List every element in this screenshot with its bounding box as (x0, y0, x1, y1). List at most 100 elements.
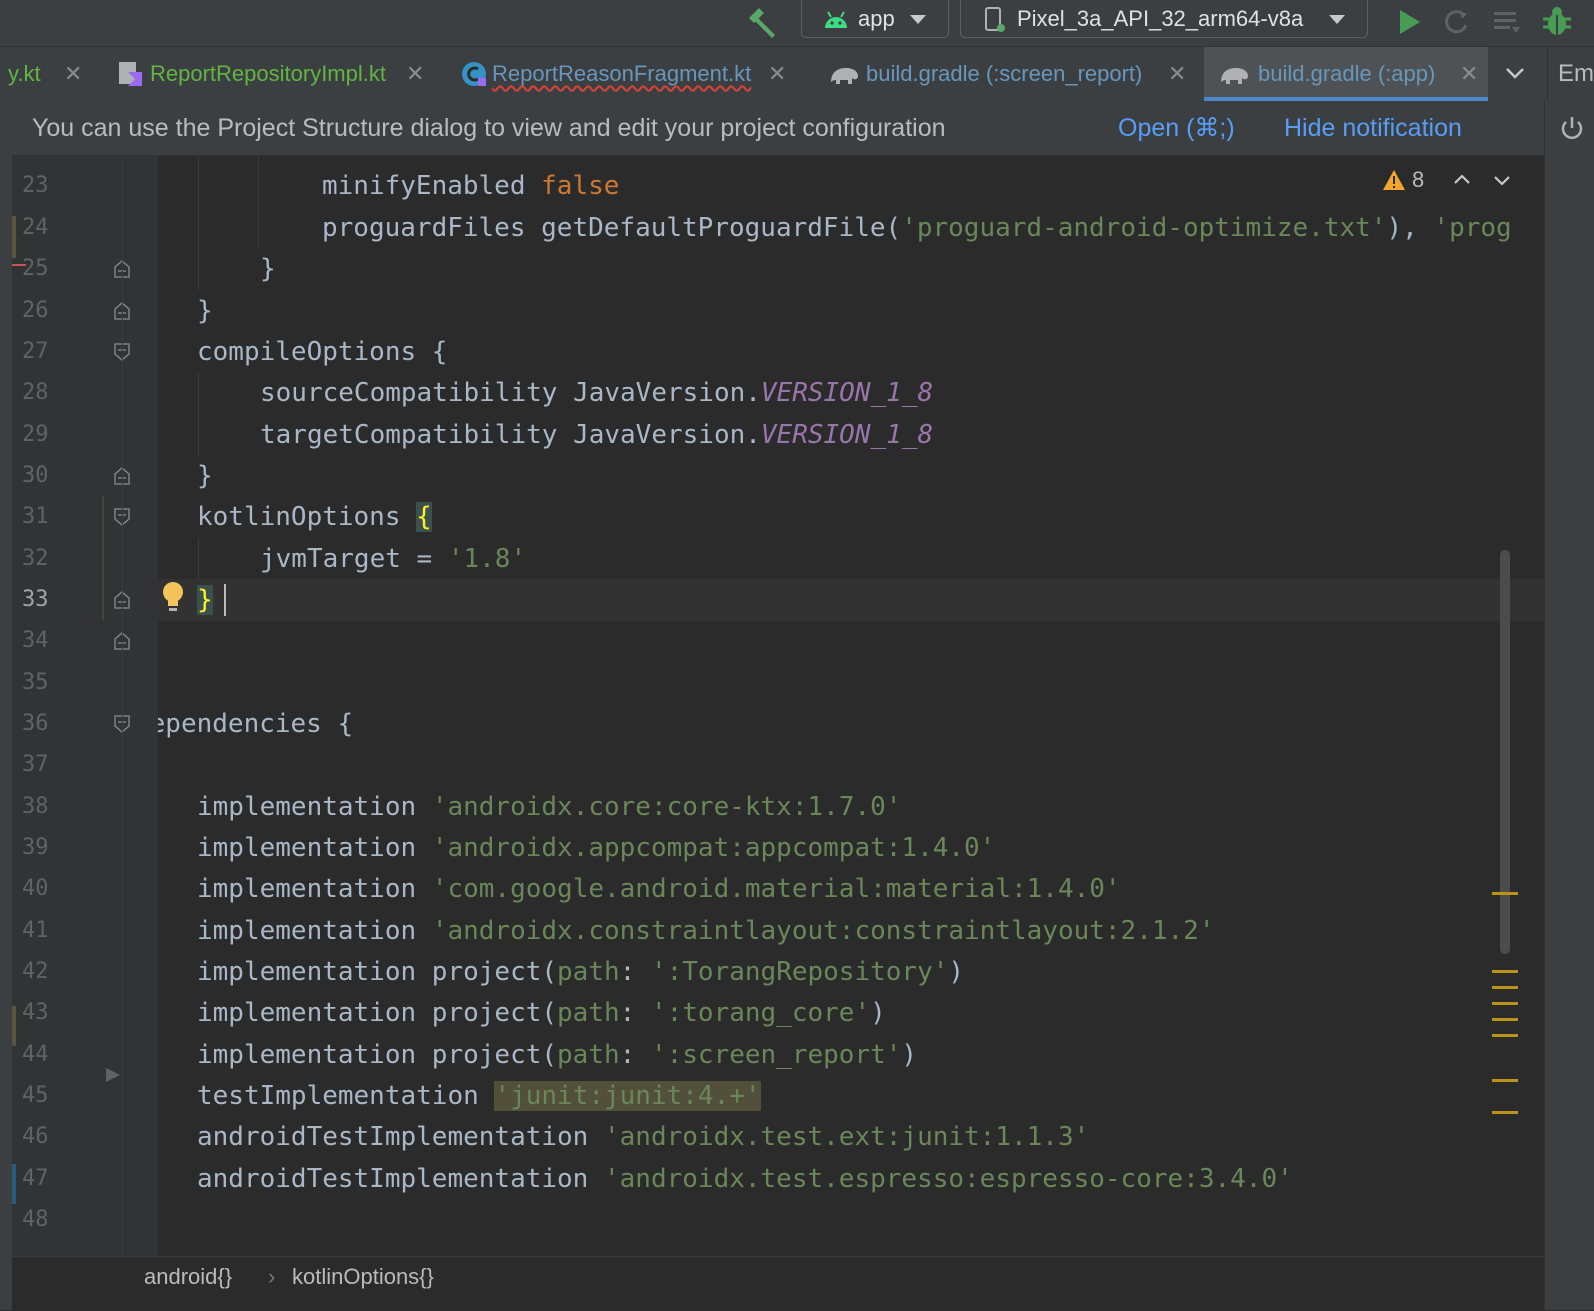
code-line-32: jvmTarget = '1.8' (260, 544, 527, 574)
code-line-25: } (260, 254, 276, 284)
gradle-elephant-icon (831, 68, 858, 84)
code-line-30: } (197, 461, 213, 491)
code-editor[interactable]: 23 24 25 26 27 28 29 30 31 32 33 34 35 3… (12, 156, 1544, 1256)
chevron-down-icon[interactable] (1504, 62, 1526, 84)
line-number: 36 (22, 711, 49, 736)
power-icon[interactable] (1558, 114, 1586, 142)
main-toolbar: app Pixel_3a_API_32_arm64-v8a (0, 0, 1594, 47)
vcs-change-marker[interactable] (102, 496, 104, 620)
build-hammer-icon[interactable] (745, 4, 779, 40)
code-line-24: proguardFiles getDefaultProguardFile('pr… (322, 213, 1512, 243)
tab-build-gradle-app[interactable]: build.gradle (:app) ✕ (1204, 47, 1488, 101)
device-label: Pixel_3a_API_32_arm64-v8a (1017, 6, 1304, 31)
run-test-icon[interactable] (104, 1066, 122, 1084)
tab-y-kt[interactable]: y.kt ✕ (0, 47, 100, 101)
error-stripe-marker[interactable] (1492, 892, 1518, 895)
tab-build-gradle-screen-report[interactable]: build.gradle (:screen_report) ✕ (816, 47, 1204, 101)
line-number: 48 (22, 1207, 49, 1232)
error-stripe-marker[interactable] (1492, 970, 1518, 973)
vcs-change-marker[interactable] (12, 1006, 16, 1046)
chevron-down-icon (1329, 15, 1345, 24)
code-line-27: compileOptions { (197, 337, 448, 367)
vcs-change-marker[interactable] (12, 216, 16, 258)
line-number: 37 (22, 752, 49, 777)
error-stripe-marker[interactable] (1492, 986, 1518, 989)
warning-count: 8 (1412, 167, 1425, 192)
close-icon[interactable]: ✕ (1460, 47, 1478, 101)
code-line-38: implementation 'androidx.core:core-ktx:1… (197, 792, 902, 822)
line-number: 35 (22, 670, 49, 695)
line-number: 29 (22, 422, 49, 447)
close-icon[interactable]: ✕ (406, 47, 424, 101)
kotlin-class-icon (462, 62, 486, 86)
line-number: 39 (22, 835, 49, 860)
open-project-structure-link[interactable]: Open (⌘;) (1118, 101, 1235, 155)
error-stripe-marker[interactable] (1492, 1034, 1518, 1037)
tab-report-repository-impl[interactable]: ReportRepositoryImpl.kt ✕ (104, 47, 434, 101)
line-number: 46 (22, 1124, 49, 1149)
code-line-40: implementation 'com.google.android.mater… (197, 874, 1121, 904)
code-line-31: kotlinOptions { (197, 502, 432, 532)
notification-text: You can use the Project Structure dialog… (32, 114, 946, 142)
hide-notification-link[interactable]: Hide notification (1284, 101, 1462, 155)
breadcrumb-separator: › (268, 1264, 276, 1289)
chevron-down-icon (910, 15, 926, 24)
run-icon[interactable] (1392, 5, 1426, 39)
apply-code-changes-icon[interactable] (1490, 5, 1524, 39)
notification-banner: You can use the Project Structure dialog… (12, 101, 1544, 156)
line-number: 47 (22, 1166, 49, 1191)
close-icon[interactable]: ✕ (1168, 47, 1186, 101)
code-line-33: } (197, 585, 213, 615)
vcs-added-marker[interactable] (12, 1164, 16, 1204)
apply-changes-icon[interactable] (1440, 5, 1474, 39)
breadcrumb: android{} › kotlinOptions{} (12, 1256, 1544, 1311)
code-line-41: implementation 'androidx.constraintlayou… (197, 916, 1215, 946)
device-icon (985, 7, 1005, 32)
code-line-36: dependencies { (158, 709, 354, 739)
breadcrumb-item-kotlin-options[interactable]: kotlinOptions{} (292, 1257, 434, 1297)
line-number: 30 (22, 463, 49, 488)
text-caret (224, 584, 226, 616)
code-line-28: sourceCompatibility JavaVersion.VERSION_… (260, 378, 934, 408)
side-tool-window-button[interactable]: Em (1547, 47, 1594, 101)
code-line-26: } (197, 296, 213, 326)
line-number: 43 (22, 1000, 49, 1025)
tab-label: build.gradle (:app) (1258, 61, 1436, 86)
right-tool-strip (1544, 101, 1594, 1310)
tab-label: ReportRepositoryImpl.kt (150, 61, 386, 86)
gradle-elephant-icon (1221, 68, 1248, 84)
editor-gutter: 23 24 25 26 27 28 29 30 31 32 33 34 35 3… (12, 156, 158, 1256)
tab-report-reason-fragment[interactable]: ReportReasonFragment.kt ✕ (448, 47, 804, 101)
chevron-down-icon[interactable] (1492, 170, 1512, 190)
breadcrumb-item-android[interactable]: android{} (144, 1257, 232, 1297)
line-number-current: 33 (22, 587, 49, 612)
vcs-deleted-marker[interactable] (12, 264, 26, 266)
line-number: 26 (22, 298, 49, 323)
close-icon[interactable]: ✕ (64, 47, 82, 101)
error-stripe-marker[interactable] (1492, 1079, 1518, 1082)
line-number: 45 (22, 1083, 49, 1108)
debug-bug-icon[interactable] (1540, 5, 1574, 39)
run-config-selector[interactable]: app (801, 0, 949, 38)
close-icon[interactable]: ✕ (768, 47, 786, 101)
code-line-47: androidTestImplementation 'androidx.test… (197, 1164, 1293, 1194)
code-line-45: testImplementation 'junit:junit:4.+' (197, 1081, 761, 1111)
line-number: 42 (22, 959, 49, 984)
code-area[interactable]: minifyEnabled false proguardFiles getDef… (158, 156, 1544, 1256)
code-line-42: implementation project(path: ':TorangRep… (197, 957, 965, 987)
line-number: 40 (22, 876, 49, 901)
line-number: 25 (22, 256, 49, 281)
code-line-44: implementation project(path: ':screen_re… (197, 1040, 918, 1070)
tab-label: ReportReasonFragment.kt (492, 61, 752, 86)
android-icon (825, 11, 847, 28)
error-stripe-marker[interactable] (1492, 1002, 1518, 1005)
code-line-23: minifyEnabled false (322, 171, 620, 201)
kotlin-file-icon (119, 62, 142, 86)
chevron-up-icon[interactable] (1452, 170, 1472, 190)
line-number: 44 (22, 1042, 49, 1067)
device-selector[interactable]: Pixel_3a_API_32_arm64-v8a (960, 0, 1368, 38)
error-stripe-marker[interactable] (1492, 1018, 1518, 1021)
line-number: 28 (22, 380, 49, 405)
error-stripe-marker[interactable] (1492, 1111, 1518, 1114)
inspection-widget[interactable]: 8 (1382, 166, 1522, 194)
